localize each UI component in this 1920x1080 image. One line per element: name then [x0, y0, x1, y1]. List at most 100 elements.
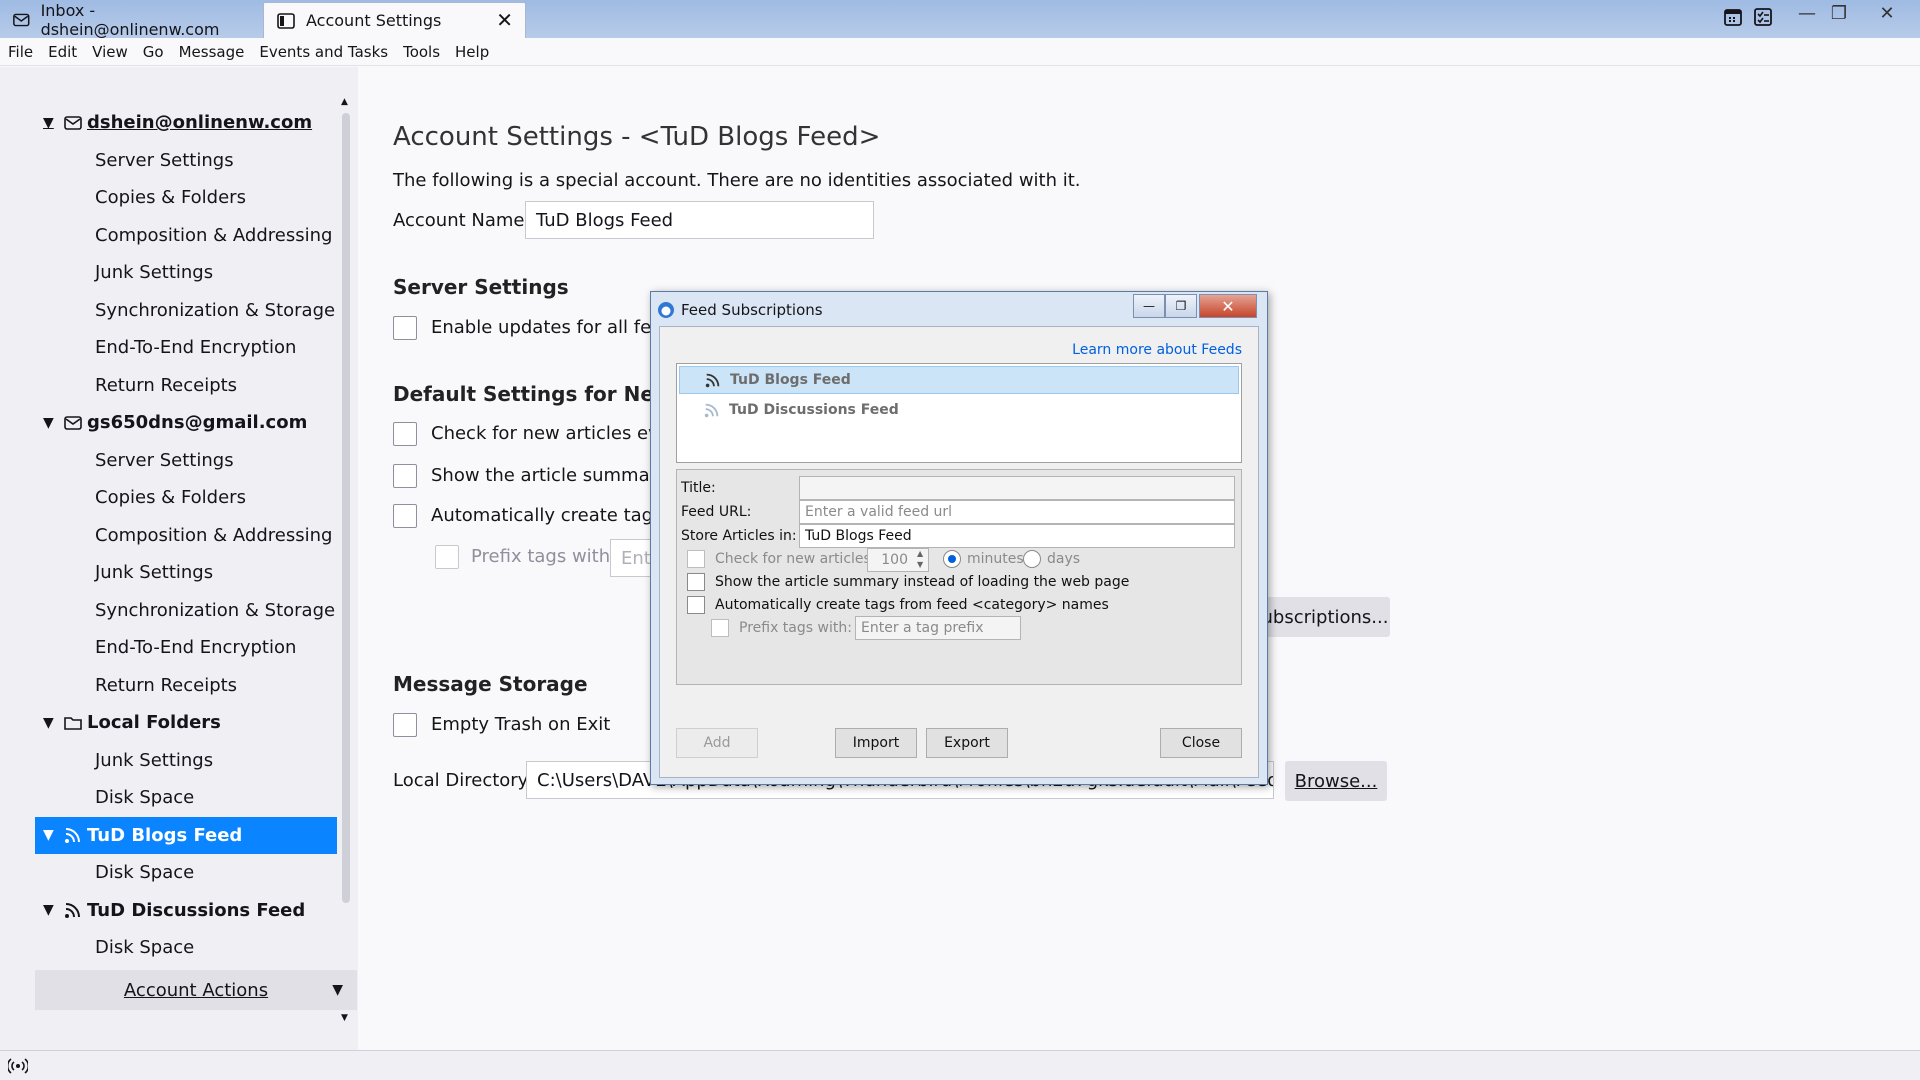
account-local-folders[interactable]: ▼ Local Folders — [35, 704, 337, 742]
add-button[interactable]: Add — [676, 728, 758, 758]
show-summary-checkbox[interactable] — [687, 573, 705, 591]
spinner-arrows-icon[interactable]: ▲ ▼ — [917, 548, 923, 570]
dialog-close-button[interactable]: ✕ — [1199, 294, 1257, 318]
sidebar-item-junk[interactable]: Junk Settings — [35, 254, 337, 292]
online-status-icon[interactable] — [8, 1058, 28, 1074]
toolbar-icons — [1722, 6, 1782, 28]
dialog-title: Feed Subscriptions — [681, 301, 823, 319]
account-tud-blogs-feed[interactable]: ▼ TuD Blogs Feed — [35, 816, 337, 854]
chevron-down-icon[interactable]: ▼ — [43, 827, 61, 843]
menu-events-and-tasks[interactable]: Events and Tasks — [259, 43, 388, 61]
sidebar-item-disk-space[interactable]: Disk Space — [35, 779, 337, 817]
close-button[interactable]: Close — [1160, 728, 1242, 758]
page-title: Account Settings - <TuD Blogs Feed> — [393, 122, 881, 152]
sidebar-item-copies-folders[interactable]: Copies & Folders — [35, 179, 337, 217]
feed-title-input[interactable] — [799, 476, 1235, 500]
menu-edit[interactable]: Edit — [48, 43, 77, 61]
chevron-down-icon[interactable]: ▼ — [43, 115, 61, 131]
chevron-down-icon[interactable]: ▼ — [43, 715, 61, 731]
tasks-icon[interactable] — [1752, 6, 1774, 28]
feed-item-tud-discussions[interactable]: TuD Discussions Feed — [679, 396, 1239, 424]
manage-subscriptions-button[interactable]: ubscriptions... — [1260, 597, 1390, 637]
tab-label: Inbox - dshein@onlinenw.com — [40, 1, 220, 39]
title-bar: Inbox - dshein@onlinenw.com Account Sett… — [0, 0, 1920, 39]
close-tab-icon[interactable]: ✕ — [496, 10, 513, 30]
menu-message[interactable]: Message — [179, 43, 245, 61]
sidebar-item-server-settings[interactable]: Server Settings — [35, 142, 337, 180]
restore-button[interactable]: ❐ — [1822, 0, 1856, 26]
feed-url-input[interactable]: Enter a valid feed url — [799, 500, 1235, 524]
sidebar-item-disk-space[interactable]: Disk Space — [35, 854, 337, 892]
sidebar-item-composition[interactable]: Composition & Addressing — [35, 517, 337, 555]
dialog-title-bar: Feed Subscriptions — [657, 296, 823, 324]
menu-help[interactable]: Help — [455, 43, 489, 61]
sidebar-item-e2e[interactable]: End-To-End Encryption — [35, 629, 337, 667]
prefix-tags-label: Prefix tags with: — [471, 546, 617, 567]
days-radio[interactable] — [1023, 550, 1041, 568]
account-dshein[interactable]: ▼ dshein@onlinenw.com — [35, 104, 337, 142]
account-name: TuD Discussions Feed — [87, 899, 306, 921]
close-window-button[interactable]: ✕ — [1870, 0, 1904, 26]
sidebar-item-server-settings[interactable]: Server Settings — [35, 442, 337, 480]
chevron-down-icon[interactable]: ▼ — [43, 415, 61, 431]
learn-more-link[interactable]: Learn more about Feeds — [1072, 342, 1242, 358]
account-tud-discussions-feed[interactable]: ▼ TuD Discussions Feed — [35, 892, 337, 930]
menu-tools[interactable]: Tools — [403, 43, 440, 61]
show-summary-label: Show the article summary — [431, 465, 668, 486]
show-summary-checkbox[interactable] — [393, 464, 417, 488]
prefix-tags-checkbox[interactable] — [435, 545, 459, 569]
empty-trash-checkbox[interactable] — [393, 713, 417, 737]
feed-item-label: TuD Blogs Feed — [730, 372, 851, 388]
thunderbird-icon — [658, 302, 674, 318]
server-settings-heading: Server Settings — [393, 275, 569, 299]
export-button[interactable]: Export — [926, 728, 1008, 758]
dialog-maximize-button[interactable]: ❐ — [1165, 294, 1197, 318]
menu-go[interactable]: Go — [143, 43, 164, 61]
folder-icon — [64, 716, 82, 730]
store-articles-input[interactable]: TuD Blogs Feed — [799, 524, 1235, 548]
account-gs650dns[interactable]: ▼ gs650dns@gmail.com — [35, 404, 337, 442]
enable-updates-checkbox[interactable] — [393, 316, 417, 340]
scroll-up-icon[interactable]: ▲ — [341, 97, 348, 107]
account-name: gs650dns@gmail.com — [87, 412, 308, 434]
sidebar-item-composition[interactable]: Composition & Addressing — [35, 217, 337, 255]
feed-properties-panel: Title: Feed URL: Enter a valid feed url … — [676, 469, 1242, 685]
account-name-input[interactable]: TuD Blogs Feed — [525, 201, 874, 239]
feed-item-tud-blogs[interactable]: TuD Blogs Feed — [679, 366, 1239, 394]
check-new-articles-checkbox[interactable] — [393, 422, 417, 446]
menu-view[interactable]: View — [92, 43, 128, 61]
sidebar-item-receipts[interactable]: Return Receipts — [35, 367, 337, 405]
menu-file[interactable]: File — [8, 43, 33, 61]
sidebar-item-copies-folders[interactable]: Copies & Folders — [35, 479, 337, 517]
sidebar-item-receipts[interactable]: Return Receipts — [35, 667, 337, 705]
sidebar-item-junk[interactable]: Junk Settings — [35, 742, 337, 780]
auto-tags-checkbox[interactable] — [393, 504, 417, 528]
sidebar-item-e2e[interactable]: End-To-End Encryption — [35, 329, 337, 367]
account-tree-sidebar: ▼ dshein@onlinenw.com Server Settings Co… — [0, 67, 358, 1050]
sidebar-item-sync-storage[interactable]: Synchronization & Storage — [35, 292, 337, 330]
minimize-button[interactable]: — — [1790, 0, 1824, 26]
feed-item-label: TuD Discussions Feed — [729, 402, 899, 418]
enable-updates-label: Enable updates for all feed — [431, 317, 674, 338]
prefix-tags-input[interactable]: Enter a tag prefix — [855, 616, 1021, 640]
sidebar-item-junk[interactable]: Junk Settings — [35, 554, 337, 592]
dialog-minimize-button[interactable]: — — [1133, 294, 1165, 318]
minutes-radio[interactable] — [943, 550, 961, 568]
title-label: Title: — [681, 480, 716, 496]
sidebar-item-disk-space[interactable]: Disk Space — [35, 929, 337, 967]
account-actions-button[interactable]: Account Actions ▼ — [35, 970, 357, 1010]
sidebar-scrollbar[interactable]: ▲ ▼ — [339, 97, 353, 1027]
calendar-icon[interactable] — [1722, 6, 1744, 28]
message-storage-heading: Message Storage — [393, 672, 588, 696]
tab-account-settings[interactable]: Account Settings ✕ — [263, 2, 526, 38]
sidebar-item-sync-storage[interactable]: Synchronization & Storage — [35, 592, 337, 630]
scrollbar-thumb[interactable] — [342, 113, 350, 903]
prefix-tags-checkbox[interactable] — [711, 619, 729, 637]
tab-inbox[interactable]: Inbox - dshein@onlinenw.com — [0, 1, 262, 39]
import-button[interactable]: Import — [835, 728, 917, 758]
scroll-down-icon[interactable]: ▼ — [341, 1013, 348, 1023]
chevron-down-icon[interactable]: ▼ — [43, 902, 61, 918]
auto-tags-checkbox[interactable] — [687, 596, 705, 614]
browse-button[interactable]: Browse... — [1285, 761, 1387, 801]
check-every-checkbox[interactable] — [687, 550, 705, 568]
